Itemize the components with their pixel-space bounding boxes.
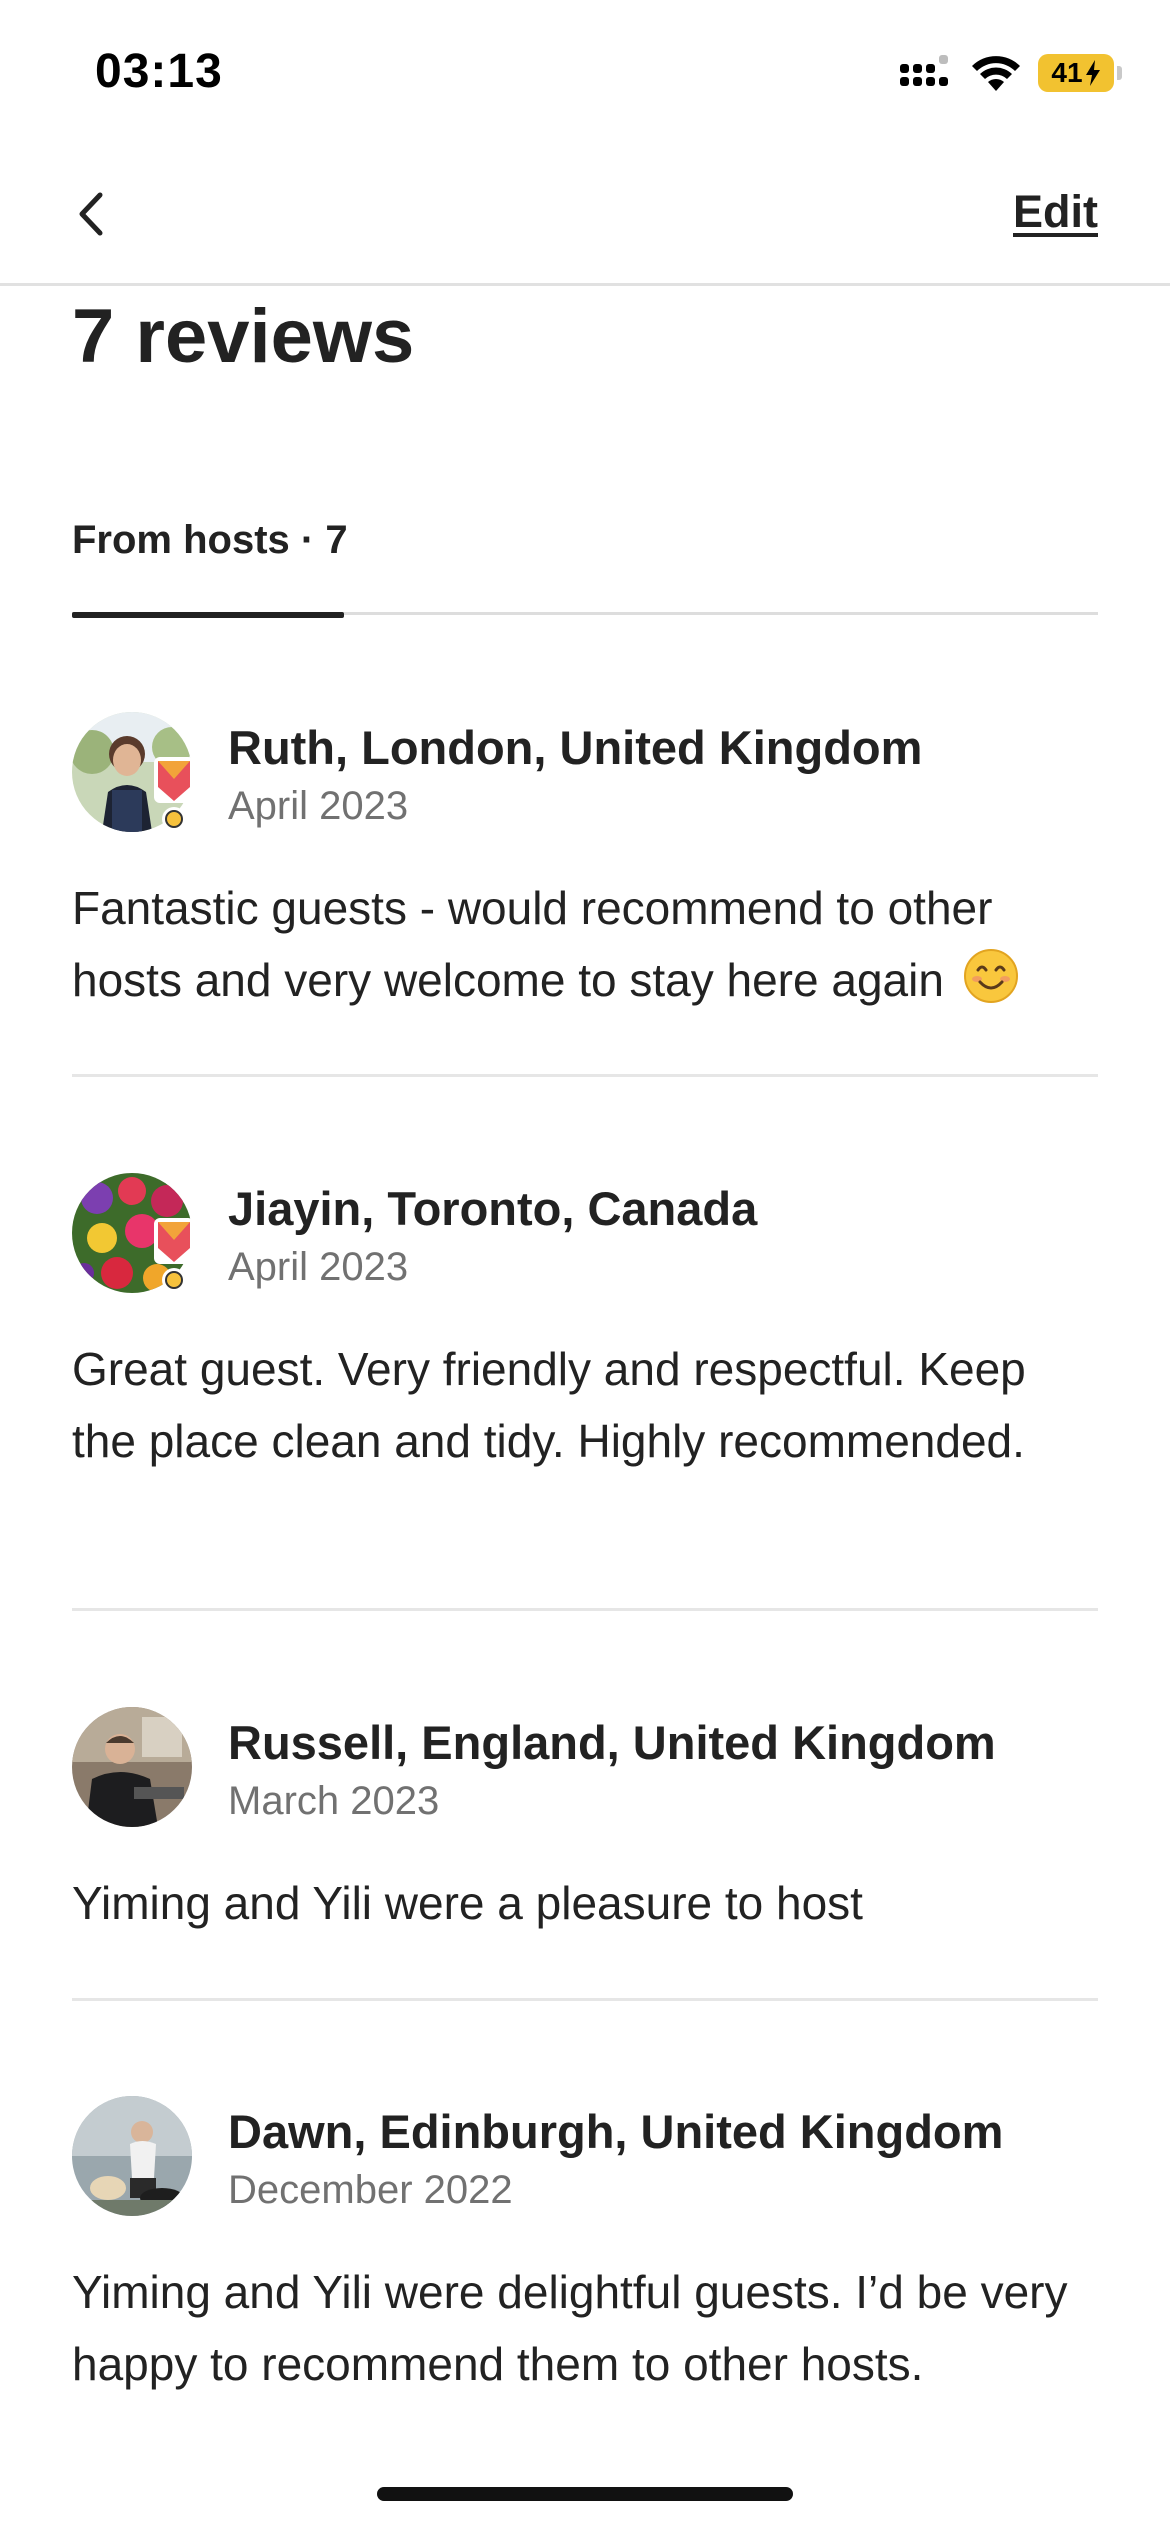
divider bbox=[72, 1608, 1098, 1611]
reviewer-name: Jiayin, Toronto, Canada bbox=[228, 1182, 758, 1235]
superhost-badge-icon bbox=[154, 757, 194, 831]
status-time: 03:13 bbox=[95, 45, 223, 98]
reviewer-name: Dawn, Edinburgh, United Kingdom bbox=[228, 2105, 1004, 2158]
nav-bar: Edit bbox=[0, 150, 1170, 286]
wifi-icon bbox=[972, 56, 1020, 91]
divider bbox=[72, 1998, 1098, 2001]
battery-tail bbox=[1117, 66, 1122, 80]
reviewer-avatar-wrap bbox=[72, 712, 194, 834]
review-text: Yiming and Yili were a pleasure to host bbox=[72, 1867, 1112, 1939]
chevron-left-icon bbox=[79, 192, 103, 236]
review-date: December 2022 bbox=[228, 2168, 513, 2212]
active-tab-indicator bbox=[72, 612, 344, 618]
avatar[interactable] bbox=[72, 2096, 192, 2216]
divider bbox=[72, 1074, 1098, 1077]
status-icons: 41 bbox=[898, 50, 1122, 96]
review-body: Fantastic guests - would recommend to ot… bbox=[72, 882, 993, 1006]
review-text: Great guest. Very friendly and respectfu… bbox=[72, 1333, 1032, 1477]
review-date: April 2023 bbox=[228, 784, 409, 828]
reviewer-name: Russell, England, United Kingdom bbox=[228, 1716, 996, 1769]
review-body: Yiming and Yili were delightful guests. … bbox=[72, 2266, 1068, 2390]
smiling-face-icon bbox=[963, 949, 1018, 1003]
review-item: Ruth, London, United Kingdom April 2023 … bbox=[72, 712, 1098, 1006]
reviewer-avatar-wrap bbox=[72, 1707, 194, 1829]
review-date: March 2023 bbox=[228, 1779, 440, 1823]
review-body: Yiming and Yili were a pleasure to host bbox=[72, 1877, 863, 1929]
review-tabs: From hosts · 7 bbox=[72, 500, 1098, 618]
battery-level: 41 bbox=[1051, 57, 1083, 88]
battery-icon: 41 bbox=[1038, 54, 1122, 92]
review-item: Dawn, Edinburgh, United Kingdom December… bbox=[72, 2096, 1098, 2476]
review-item: Russell, England, United Kingdom March 2… bbox=[72, 1707, 1098, 1929]
reviewer-avatar-wrap bbox=[72, 2096, 194, 2218]
reviewer-avatar-wrap bbox=[72, 1173, 194, 1295]
status-bar: 03:13 41 bbox=[0, 0, 1170, 150]
page-title: 7 reviews bbox=[72, 294, 415, 379]
signal-icon bbox=[900, 55, 948, 86]
back-button[interactable] bbox=[62, 184, 122, 244]
home-indicator[interactable] bbox=[377, 2487, 793, 2501]
charging-bolt-icon bbox=[1085, 60, 1100, 86]
tab-from-hosts[interactable]: From hosts · 7 bbox=[72, 500, 348, 618]
review-body: Great guest. Very friendly and respectfu… bbox=[72, 1343, 1026, 1467]
edit-button[interactable]: Edit bbox=[1013, 186, 1098, 238]
superhost-badge-icon bbox=[154, 1218, 194, 1292]
review-text: Fantastic guests - would recommend to ot… bbox=[72, 872, 1112, 1016]
review-date: April 2023 bbox=[228, 1245, 409, 1289]
avatar[interactable] bbox=[72, 1707, 192, 1827]
tab-label: From hosts · 7 bbox=[72, 518, 348, 562]
reviewer-name: Ruth, London, United Kingdom bbox=[228, 721, 923, 774]
review-item: Jiayin, Toronto, Canada April 2023 Great… bbox=[72, 1173, 1098, 1533]
review-text: Yiming and Yili were delightful guests. … bbox=[72, 2256, 1082, 2400]
